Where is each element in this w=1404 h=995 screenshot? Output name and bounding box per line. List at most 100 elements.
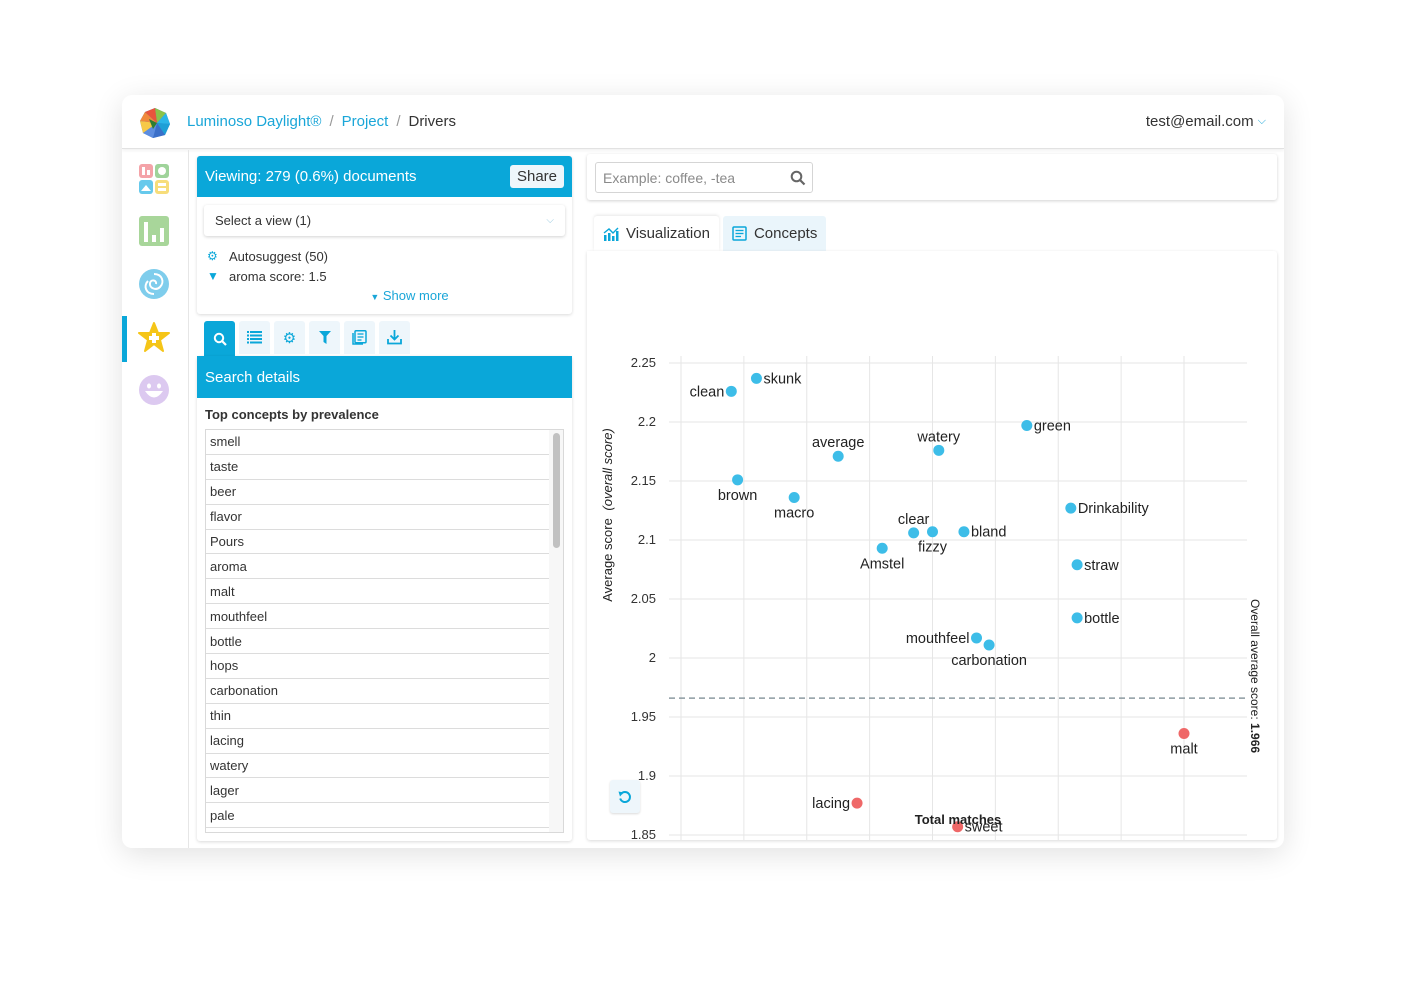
show-more-link[interactable]: ▼ Show more xyxy=(197,288,572,303)
user-menu[interactable]: test@email.com ⌵ xyxy=(1146,113,1266,130)
y-tick-label: 2.05 xyxy=(631,591,656,606)
point-marker[interactable] xyxy=(725,385,737,397)
data-point-clear[interactable]: clear xyxy=(898,512,930,539)
data-point-lacing[interactable]: lacing xyxy=(812,796,863,812)
documents-icon xyxy=(352,330,367,345)
data-point-malt[interactable]: malt xyxy=(1170,728,1198,758)
data-point-macro[interactable]: macro xyxy=(774,492,814,522)
reset-zoom-button[interactable] xyxy=(610,780,640,813)
search-icon[interactable] xyxy=(790,170,806,186)
tool-tabs: ⚙ xyxy=(197,321,410,357)
chart-panel: 1.851.91.9522.052.12.152.22.254050607080… xyxy=(587,251,1277,848)
tab-concepts[interactable]: Concepts xyxy=(722,216,827,251)
select-view-dropdown[interactable]: Select a view (1) ⌵ xyxy=(204,205,565,236)
concept-list-item[interactable]: malt xyxy=(206,579,549,605)
data-point-mouthfeel[interactable]: mouthfeel xyxy=(906,631,983,647)
data-point-green[interactable]: green xyxy=(1021,419,1071,435)
point-marker[interactable] xyxy=(1178,728,1190,740)
tab-visualization[interactable]: Visualization xyxy=(594,216,719,251)
concept-list-item[interactable]: taste xyxy=(206,455,549,480)
concept-list-item[interactable]: watery xyxy=(206,754,549,779)
gear-icon: ⚙ xyxy=(282,329,297,347)
concept-list-item[interactable]: carbonation xyxy=(206,679,549,704)
data-point-average[interactable]: average xyxy=(812,435,864,462)
tab-filter[interactable] xyxy=(309,321,340,354)
concept-list-item[interactable]: lager xyxy=(206,778,549,804)
sidebar-item-sentiment[interactable] xyxy=(138,374,172,408)
data-point-brown[interactable]: brown xyxy=(718,474,758,504)
tab-documents[interactable] xyxy=(344,321,375,354)
search-bar xyxy=(587,154,1277,200)
point-marker[interactable] xyxy=(851,797,863,809)
data-point-clean[interactable]: clean xyxy=(690,384,737,400)
tab-download[interactable] xyxy=(379,321,410,354)
point-marker[interactable] xyxy=(971,632,983,644)
concept-list-item[interactable]: thin xyxy=(206,704,549,729)
sidebar-item-galaxy[interactable] xyxy=(138,268,172,302)
point-marker[interactable] xyxy=(788,492,800,504)
concept-list-item[interactable]: Pours xyxy=(206,530,549,555)
point-marker[interactable] xyxy=(1071,559,1083,571)
tab-settings[interactable]: ⚙ xyxy=(274,321,305,354)
filter-icon xyxy=(318,331,331,344)
concept-list-item[interactable]: lacing xyxy=(206,729,549,754)
top-concepts-heading: Top concepts by prevalence xyxy=(205,407,379,422)
point-marker[interactable] xyxy=(933,444,945,456)
concept-list-item[interactable]: flavor xyxy=(206,505,549,530)
point-marker[interactable] xyxy=(1021,420,1033,432)
tab-list[interactable] xyxy=(239,321,270,354)
point-marker[interactable] xyxy=(732,474,744,486)
point-marker[interactable] xyxy=(1071,612,1083,624)
breadcrumb-separator: / xyxy=(329,113,334,130)
concept-list-item[interactable]: aroma xyxy=(206,554,549,580)
point-marker[interactable] xyxy=(958,526,970,538)
data-point-watery[interactable]: watery xyxy=(916,429,961,456)
sidebar-item-charts[interactable] xyxy=(138,215,172,249)
point-marker[interactable] xyxy=(983,639,995,651)
y-axis-title-main: Average score xyxy=(600,518,615,602)
share-button[interactable]: Share xyxy=(509,165,564,188)
point-label: lacing xyxy=(812,796,850,812)
filter-aroma: ▼ aroma score: 1.5 xyxy=(197,266,572,286)
concept-list-item[interactable]: hops xyxy=(206,654,549,679)
point-label: clear xyxy=(898,512,930,528)
data-point-straw[interactable]: straw xyxy=(1071,558,1120,574)
point-marker[interactable] xyxy=(832,450,844,462)
concept-list-item[interactable]: mouthfeel xyxy=(206,604,549,630)
data-point-amstel[interactable]: Amstel xyxy=(860,542,904,573)
data-point-fizzy[interactable]: fizzy xyxy=(918,526,948,556)
point-label: green xyxy=(1034,419,1071,435)
galaxy-icon xyxy=(139,269,169,299)
concept-list-item[interactable]: beer xyxy=(206,480,549,505)
concept-list-item[interactable]: bottle xyxy=(206,629,549,655)
point-marker[interactable] xyxy=(908,527,920,539)
scrollbar[interactable] xyxy=(549,430,563,832)
point-label: clean xyxy=(690,384,725,400)
concept-list-item[interactable]: smell xyxy=(206,430,549,455)
point-marker[interactable] xyxy=(927,526,938,538)
chart-icon xyxy=(603,227,619,241)
x-axis-title: Total matches xyxy=(915,812,1001,827)
breadcrumb-separator: / xyxy=(396,113,401,130)
point-marker[interactable] xyxy=(1065,502,1077,514)
concept-list-item[interactable]: pale xyxy=(206,803,549,829)
search-input[interactable] xyxy=(595,162,813,193)
search-details-box: Search details Top concepts by prevalenc… xyxy=(197,356,572,841)
point-label: average xyxy=(812,435,864,451)
luminoso-logo-icon[interactable] xyxy=(139,107,171,139)
data-point-bland[interactable]: bland xyxy=(958,525,1006,541)
data-point-skunk[interactable]: skunk xyxy=(750,371,802,387)
point-marker[interactable] xyxy=(750,372,762,384)
point-label: fizzy xyxy=(918,540,948,556)
point-marker[interactable] xyxy=(876,542,888,554)
breadcrumb-luminoso[interactable]: Luminoso Daylight® xyxy=(187,113,321,130)
tab-search[interactable] xyxy=(204,321,235,357)
scrollbar-thumb[interactable] xyxy=(553,433,560,548)
data-point-bottle[interactable]: bottle xyxy=(1071,611,1120,627)
data-point-drinkability[interactable]: Drinkability xyxy=(1065,501,1149,517)
breadcrumb-current: Drivers xyxy=(408,113,456,130)
sidebar-item-dashboard[interactable] xyxy=(138,163,172,197)
point-label: Drinkability xyxy=(1078,501,1150,517)
breadcrumb-project[interactable]: Project xyxy=(342,113,389,130)
sidebar-item-drivers[interactable] xyxy=(138,321,172,355)
